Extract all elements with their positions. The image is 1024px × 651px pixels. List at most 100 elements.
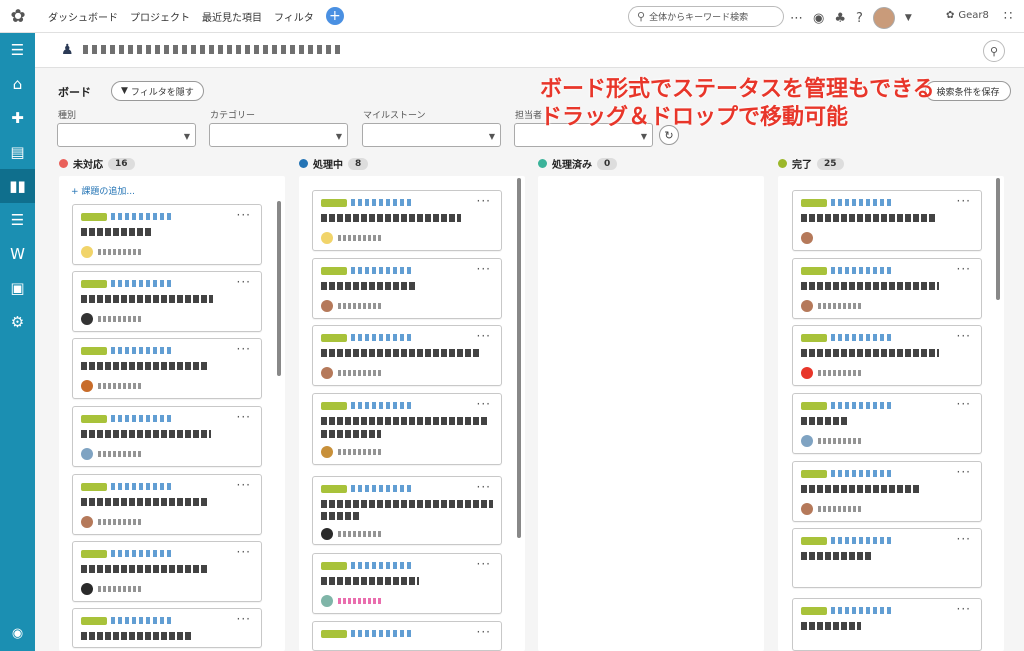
more-icon[interactable]: ···: [957, 194, 971, 208]
issue-card[interactable]: ···: [312, 258, 502, 319]
issue-key[interactable]: [351, 267, 411, 274]
add-issue-link[interactable]: + 課題の追加...: [71, 184, 135, 197]
issue-key[interactable]: [831, 199, 891, 206]
issue-key[interactable]: [831, 334, 891, 341]
backlog-logo-icon[interactable]: ✿: [0, 0, 36, 33]
issue-card[interactable]: ···: [792, 528, 982, 588]
issue-key[interactable]: [111, 347, 171, 354]
issues-list-icon[interactable]: ▤: [0, 135, 35, 169]
issue-key[interactable]: [351, 402, 411, 409]
issue-card[interactable]: ···: [312, 476, 502, 545]
more-icon[interactable]: ···: [237, 545, 251, 559]
more-icon[interactable]: ···: [477, 262, 491, 276]
milestone-filter-select[interactable]: ▼: [362, 123, 501, 147]
more-icon[interactable]: ···: [477, 194, 491, 208]
issue-key[interactable]: [351, 630, 411, 637]
add-icon[interactable]: +: [325, 7, 344, 25]
issue-card[interactable]: ···: [72, 608, 262, 648]
more-icon[interactable]: ···: [237, 410, 251, 424]
menu-icon[interactable]: ☰: [0, 33, 35, 67]
issue-card[interactable]: ···: [72, 406, 262, 467]
more-icon[interactable]: ···: [477, 625, 491, 639]
issue-card[interactable]: ···: [72, 271, 262, 332]
scrollbar[interactable]: [277, 201, 281, 376]
type-filter-select[interactable]: ▼: [57, 123, 196, 147]
issue-key[interactable]: [111, 280, 171, 287]
more-icon[interactable]: ···: [957, 465, 971, 479]
project-search-icon[interactable]: ⚲: [983, 40, 1005, 62]
nav-filters[interactable]: フィルタ: [274, 9, 314, 24]
issue-card[interactable]: ···: [792, 598, 982, 651]
global-search-input[interactable]: ⚲ 全体からキーワード検索: [628, 6, 784, 27]
scrollbar[interactable]: [996, 178, 1000, 300]
more-icon[interactable]: ···: [477, 329, 491, 343]
more-icon[interactable]: ···: [477, 397, 491, 411]
more-icon[interactable]: ···: [957, 532, 971, 546]
issue-card[interactable]: ···: [72, 474, 262, 535]
issue-key[interactable]: [831, 267, 891, 274]
issue-card[interactable]: ···: [72, 541, 262, 602]
avatar: [81, 583, 93, 595]
home-icon[interactable]: ⌂: [0, 67, 35, 101]
issue-key[interactable]: [111, 550, 171, 557]
category-filter-select[interactable]: ▼: [209, 123, 348, 147]
issue-card[interactable]: ···: [792, 393, 982, 454]
issue-card[interactable]: ···: [312, 393, 502, 465]
scrollbar[interactable]: [517, 178, 521, 538]
issue-card[interactable]: ···: [792, 190, 982, 251]
more-icon[interactable]: ···: [237, 612, 251, 626]
apps-grid-icon[interactable]: ∷: [1004, 9, 1012, 24]
more-icon[interactable]: ···: [477, 557, 491, 571]
issue-key[interactable]: [351, 334, 411, 341]
wiki-icon[interactable]: W: [0, 237, 35, 271]
more-icon[interactable]: ···: [237, 478, 251, 492]
issue-key[interactable]: [111, 483, 171, 490]
gantt-icon[interactable]: ☰: [0, 203, 35, 237]
more-icon[interactable]: ···: [957, 602, 971, 616]
save-filter-button[interactable]: 検索条件を保存: [925, 81, 1011, 101]
column-resolved[interactable]: [538, 176, 764, 651]
issue-key[interactable]: [351, 199, 411, 206]
issue-key[interactable]: [111, 617, 171, 624]
issue-card[interactable]: ···: [312, 553, 502, 614]
space-switcher[interactable]: ✿ Gear8: [946, 10, 989, 21]
issue-card[interactable]: ···: [72, 338, 262, 399]
bell-icon[interactable]: ♣: [834, 11, 846, 26]
issue-card[interactable]: ···: [792, 258, 982, 319]
chevron-down-icon[interactable]: ▼: [905, 13, 912, 23]
issue-card[interactable]: ···: [312, 621, 502, 651]
add-issue-icon[interactable]: ✚: [0, 101, 35, 135]
user-avatar[interactable]: [872, 7, 895, 29]
issue-card[interactable]: ···: [72, 204, 262, 265]
more-icon[interactable]: ⋯: [790, 11, 803, 26]
issue-card[interactable]: ···: [792, 461, 982, 522]
issue-key[interactable]: [831, 607, 891, 614]
more-icon[interactable]: ···: [957, 262, 971, 276]
issue-key[interactable]: [111, 213, 171, 220]
files-icon[interactable]: ▣: [0, 271, 35, 305]
nav-recent[interactable]: 最近見た項目: [202, 9, 262, 24]
more-icon[interactable]: ···: [237, 342, 251, 356]
issue-key[interactable]: [831, 402, 891, 409]
help-icon[interactable]: ?: [856, 11, 863, 26]
more-icon[interactable]: ···: [957, 329, 971, 343]
nav-projects[interactable]: プロジェクト: [130, 9, 190, 24]
more-icon[interactable]: ···: [237, 208, 251, 222]
more-icon[interactable]: ···: [477, 480, 491, 494]
issue-card[interactable]: ···: [312, 190, 502, 251]
issue-key[interactable]: [831, 537, 891, 544]
issue-key[interactable]: [351, 562, 411, 569]
watch-icon[interactable]: ◉: [813, 11, 824, 26]
issue-key[interactable]: [351, 485, 411, 492]
issue-card[interactable]: ···: [792, 325, 982, 386]
issue-card[interactable]: ···: [312, 325, 502, 386]
board-icon[interactable]: ▮▮: [0, 169, 35, 203]
collapse-icon[interactable]: ◉: [0, 626, 35, 641]
toggle-filter-button[interactable]: ▼ フィルタを隠す: [111, 81, 204, 101]
nav-dashboard[interactable]: ダッシュボード: [48, 9, 118, 24]
issue-key[interactable]: [831, 470, 891, 477]
settings-icon[interactable]: ⚙: [0, 305, 35, 339]
issue-key[interactable]: [111, 415, 171, 422]
more-icon[interactable]: ···: [957, 397, 971, 411]
more-icon[interactable]: ···: [237, 275, 251, 289]
